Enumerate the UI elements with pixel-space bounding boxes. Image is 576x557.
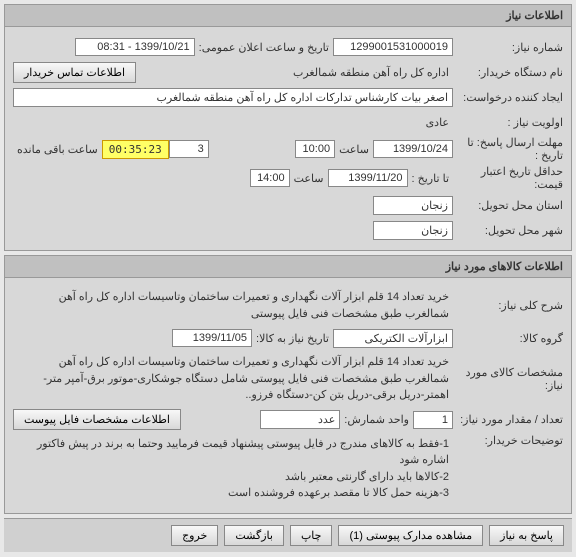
min-validity-time: 14:00 [250,169,290,187]
days-remaining: 3 [169,140,209,158]
remain-suffix: ساعت باقی مانده [13,143,102,156]
province-label: استان محل تحویل: [453,199,563,212]
goods-info-panel: اطلاعات کالاهای مورد نیاز شرح کلی نیاز: … [4,255,572,514]
deadline-label: مهلت ارسال پاسخ: تا تاریخ : [453,136,563,162]
countdown-timer: 00:35:23 [102,140,169,159]
need-by-label: تاریخ نیاز به کالا: [252,332,333,345]
exit-button[interactable]: خروج [171,525,218,546]
creator-label: ایجاد کننده درخواست: [453,91,563,104]
buyer-dev-value: اداره کل راه آهن منطقه شمالغرب [136,64,453,81]
req-no-label: شماره نیاز: [453,41,563,54]
ann-value: 1399/10/21 - 08:31 [75,38,195,56]
group-value: ابزارآلات الکتریکی [333,329,453,348]
notes-value: 1-فقط به کالاهای مندرج در فایل پیوستی پی… [13,434,453,504]
panel1-header: اطلاعات نیاز [5,5,571,27]
min-validity-date: 1399/11/20 [328,169,408,187]
qty-value: 1 [413,411,453,429]
priority-label: اولویت نیاز : [453,116,563,129]
deadline-time: 10:00 [295,140,335,158]
print-button[interactable]: چاپ [290,525,333,546]
min-validity-time-label: ساعت [290,172,328,185]
ann-label: تاریخ و ساعت اعلان عمومی: [195,41,333,54]
group-label: گروه کالا: [453,332,563,345]
notes-label: توضیحات خریدار: [453,434,563,447]
spec-label: مشخصات کالای مورد نیاز: [453,366,563,392]
creator-value: اصغر بیات کارشناس تدارکات اداره کل راه آ… [13,88,453,107]
priority-value: عادی [13,114,453,131]
need-by-value: 1399/11/05 [172,329,252,347]
panel2-header: اطلاعات کالاهای مورد نیاز [5,256,571,278]
city-label: شهر محل تحویل: [453,224,563,237]
buyer-dev-label: نام دستگاه خریدار: [453,66,563,79]
deadline-date: 1399/10/24 [373,140,453,158]
qty-label: تعداد / مقدار مورد نیاز: [453,413,563,426]
action-bar: پاسخ به نیاز مشاهده مدارک پیوستی (1) چاپ… [4,518,572,552]
unit-label: واحد شمارش: [340,413,413,426]
deadline-time-label: ساعت [335,143,373,156]
spec-value: خرید تعداد 14 قلم ابزار آلات نگهداری و ت… [13,352,453,406]
summary-label: شرح کلی نیاز: [453,299,563,312]
need-info-panel: اطلاعات نیاز شماره نیاز: 129900153100001… [4,4,572,251]
min-validity-label: حداقل تاریخ اعتبار قیمت: [453,165,563,191]
attachment-spec-button[interactable]: اطلاعات مشخصات فایل پیوست [13,409,181,430]
city-value: زنجان [373,221,453,240]
reply-button[interactable]: پاسخ به نیاز [489,525,564,546]
province-value: زنجان [373,196,453,215]
summary-value: خرید تعداد 14 قلم ابزار آلات نگهداری و ت… [13,287,453,324]
buyer-contact-button[interactable]: اطلاعات تماس خریدار [13,62,136,83]
unit-value: عدد [260,410,340,429]
req-no-value: 1299001531000019 [333,38,453,56]
back-button[interactable]: بازگشت [224,525,284,546]
min-validity-to: تا تاریخ : [408,172,453,185]
view-attachments-button[interactable]: مشاهده مدارک پیوستی (1) [338,525,483,546]
